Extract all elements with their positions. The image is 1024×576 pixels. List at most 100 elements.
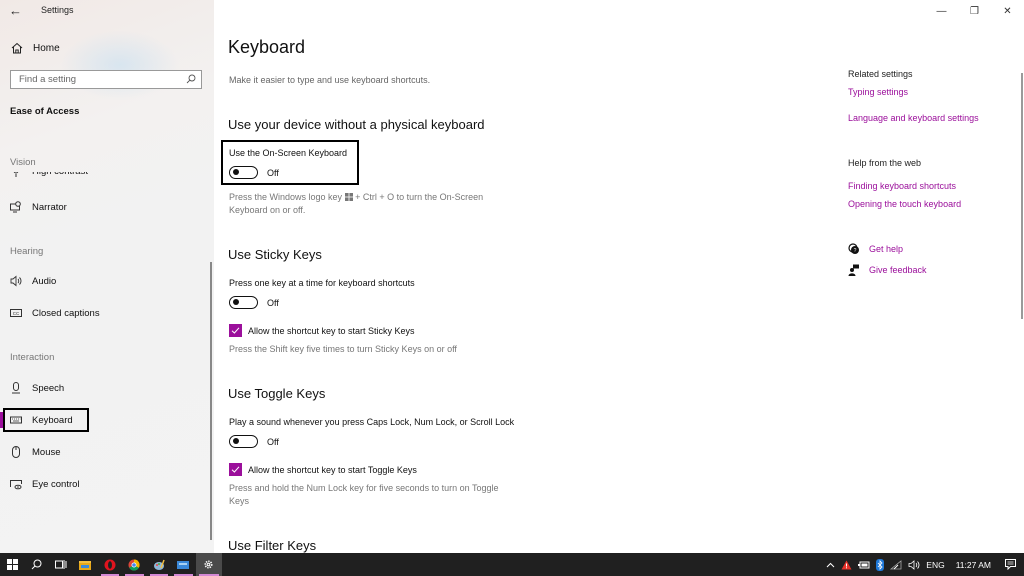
app-title: Settings xyxy=(41,5,74,15)
section-heading-sticky-keys: Use Sticky Keys xyxy=(228,247,322,262)
main-content: — ❐ ✕ Keyboard Make it easier to type an… xyxy=(214,0,1024,553)
opera-button[interactable] xyxy=(98,553,123,576)
close-button[interactable]: ✕ xyxy=(991,0,1024,22)
checkmark-icon xyxy=(231,327,240,334)
battery-icon xyxy=(858,561,870,568)
get-help-icon: ? xyxy=(848,243,859,254)
osk-toggle-label: Use the On-Screen Keyboard xyxy=(229,148,348,158)
start-button[interactable] xyxy=(0,553,24,576)
group-label-interaction: Interaction xyxy=(10,352,55,363)
microphone-icon xyxy=(10,382,22,394)
search-icon xyxy=(31,559,42,570)
home-label: Home xyxy=(33,42,60,54)
maximize-button[interactable]: ❐ xyxy=(958,0,991,22)
toggle-keys-toggle[interactable]: Off xyxy=(229,435,279,448)
checkmark-icon xyxy=(231,466,240,473)
chrome-icon xyxy=(128,558,140,571)
closed-captions-icon: CC xyxy=(10,307,22,319)
give-feedback-icon xyxy=(848,264,859,276)
search-input[interactable] xyxy=(19,74,179,85)
task-view-icon xyxy=(54,560,67,569)
search-icon[interactable] xyxy=(186,74,196,84)
page-title: Keyboard xyxy=(228,37,306,57)
related-settings-heading: Related settings xyxy=(848,69,913,79)
clock-button[interactable]: 11:27 AM xyxy=(948,553,999,576)
section-heading-filter-keys: Use Filter Keys xyxy=(228,538,317,553)
file-explorer-button[interactable] xyxy=(73,553,98,576)
sidebar-item-keyboard[interactable]: Keyboard xyxy=(0,409,200,431)
action-center-button[interactable] xyxy=(999,553,1024,576)
group-label-hearing: Hearing xyxy=(10,246,44,257)
taskbar: ENG 11:27 AM xyxy=(0,553,1024,576)
toggle-keys-label: Play a sound whenever you press Caps Loc… xyxy=(229,417,515,427)
warning-tray-icon[interactable] xyxy=(838,553,855,576)
back-arrow-icon[interactable]: ← xyxy=(9,4,23,18)
bluetooth-tray-icon[interactable] xyxy=(873,553,887,576)
toggle-switch[interactable] xyxy=(229,296,258,309)
typing-settings-link[interactable]: Typing settings xyxy=(848,87,908,97)
opening-touch-keyboard-link[interactable]: Opening the touch keyboard xyxy=(848,199,961,209)
selection-indicator xyxy=(0,412,4,428)
osk-toggle[interactable]: Off xyxy=(229,166,279,179)
get-help-link[interactable]: ? Get help xyxy=(848,243,903,255)
page-description: Make it easier to type and use keyboard … xyxy=(229,75,431,85)
title-bar: ← Settings xyxy=(0,0,214,22)
windows-logo-icon xyxy=(344,193,353,201)
toggle-keys-shortcut-checkbox[interactable]: Allow the shortcut key to start Toggle K… xyxy=(229,463,417,476)
input-language-button[interactable]: ENG xyxy=(923,553,947,576)
opera-icon xyxy=(104,559,116,570)
sidebar-scrollbar[interactable] xyxy=(210,262,212,540)
folder-icon xyxy=(79,560,92,570)
keyboard-icon xyxy=(10,414,22,426)
sidebar-item-audio[interactable]: Audio xyxy=(0,270,200,292)
section-heading-osk: Use your device without a physical keybo… xyxy=(228,117,485,132)
network-tray-icon[interactable] xyxy=(887,553,905,576)
sidebar-item-eye-control[interactable]: Eye control xyxy=(0,473,200,495)
sidebar-item-mouse[interactable]: Mouse xyxy=(0,441,200,463)
sidebar-item-high-contrast[interactable]: High contrast xyxy=(0,172,200,180)
taskbar-search-button[interactable] xyxy=(24,553,49,576)
wifi-icon xyxy=(890,559,902,569)
volume-tray-icon[interactable] xyxy=(905,553,923,576)
sidebar-item-narrator[interactable]: Narrator xyxy=(0,196,200,218)
sidebar-item-speech[interactable]: Speech xyxy=(0,377,200,399)
search-field[interactable] xyxy=(10,70,202,89)
toggle-switch[interactable] xyxy=(229,166,258,179)
checkbox-checked[interactable] xyxy=(229,324,242,337)
toggle-switch[interactable] xyxy=(229,435,258,448)
section-title: Ease of Access xyxy=(10,106,80,117)
svg-text:CC: CC xyxy=(13,311,20,316)
toggle-state: Off xyxy=(267,436,279,447)
window-app-icon xyxy=(177,560,190,569)
gear-icon xyxy=(204,560,213,569)
sticky-helper-text: Press the Shift key five times to turn S… xyxy=(229,344,457,354)
bluetooth-icon xyxy=(876,558,885,571)
mouse-icon xyxy=(10,446,22,458)
system-tray: ENG 11:27 AM xyxy=(823,553,1024,576)
minimize-button[interactable]: — xyxy=(925,0,958,22)
sticky-keys-shortcut-checkbox[interactable]: Allow the shortcut key to start Sticky K… xyxy=(229,324,415,337)
language-keyboard-settings-link[interactable]: Language and keyboard settings xyxy=(848,113,979,123)
sticky-keys-toggle[interactable]: Off xyxy=(229,296,279,309)
main-scrollbar[interactable] xyxy=(1021,73,1023,319)
battery-tray-icon[interactable] xyxy=(855,553,873,576)
sidebar-item-closed-captions[interactable]: CC Closed captions xyxy=(0,302,200,324)
checkbox-checked[interactable] xyxy=(229,463,242,476)
help-from-web-heading: Help from the web xyxy=(848,158,922,168)
high-contrast-icon xyxy=(10,172,22,177)
svg-text:?: ? xyxy=(854,248,857,254)
chrome-button[interactable] xyxy=(122,553,147,576)
home-nav-item[interactable]: Home xyxy=(10,41,60,55)
narrator-icon xyxy=(10,201,22,213)
show-hidden-icons-button[interactable] xyxy=(823,553,838,576)
give-feedback-link[interactable]: Give feedback xyxy=(848,264,927,276)
paint-icon xyxy=(153,559,165,570)
sidebar: ← Settings Home Ease of Access Vision Hi… xyxy=(0,0,214,553)
toggle-state: Off xyxy=(267,167,279,178)
window-app-button[interactable] xyxy=(171,553,196,576)
settings-taskbar-button[interactable] xyxy=(195,553,222,576)
paint-button[interactable] xyxy=(147,553,172,576)
task-view-button[interactable] xyxy=(49,553,74,576)
finding-keyboard-shortcuts-link[interactable]: Finding keyboard shortcuts xyxy=(848,181,956,191)
audio-icon xyxy=(10,275,22,287)
